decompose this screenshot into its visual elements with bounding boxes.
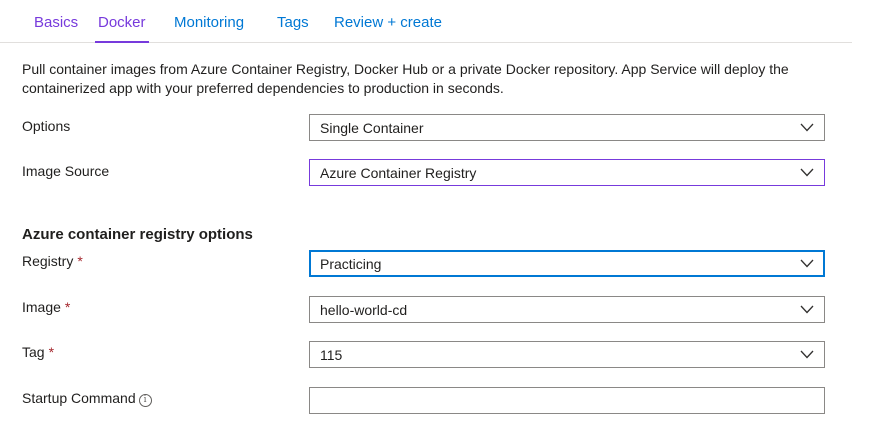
- tab-basics[interactable]: Basics: [34, 14, 78, 42]
- image-value: hello-world-cd: [320, 302, 408, 318]
- page-description: Pull container images from Azure Contain…: [22, 61, 789, 96]
- registry-dropdown[interactable]: Practicing: [309, 250, 825, 277]
- image-label: Image *: [22, 299, 70, 315]
- registry-value: Practicing: [320, 256, 382, 272]
- tag-value: 115: [320, 347, 343, 363]
- image-label-text: Image: [22, 299, 61, 315]
- chevron-down-icon: [800, 350, 814, 359]
- tab-monitoring[interactable]: Monitoring: [174, 14, 244, 42]
- image-source-dropdown[interactable]: Azure Container Registry: [309, 159, 825, 186]
- startup-command-field-box: [309, 387, 825, 414]
- chevron-down-icon: [800, 305, 814, 314]
- tab-docker[interactable]: Docker: [95, 14, 149, 43]
- options-value: Single Container: [320, 120, 424, 136]
- chevron-down-icon: [800, 123, 814, 132]
- chevron-down-icon: [800, 259, 814, 268]
- tab-review-create[interactable]: Review + create: [334, 14, 442, 42]
- section-title: Azure container registry options: [22, 226, 253, 243]
- startup-command-label: Startup Command i: [22, 390, 152, 407]
- options-label: Options: [22, 118, 71, 134]
- startup-command-label-text: Startup Command: [22, 390, 136, 406]
- info-icon[interactable]: i: [138, 394, 152, 407]
- tag-dropdown[interactable]: 115: [309, 341, 825, 368]
- required-mark: *: [64, 299, 71, 315]
- required-mark: *: [77, 253, 83, 269]
- startup-command-input[interactable]: [310, 388, 824, 413]
- tab-tags[interactable]: Tags: [277, 14, 309, 42]
- tab-bar: Basics Docker Monitoring Tags Review + c…: [0, 0, 852, 43]
- image-dropdown[interactable]: hello-world-cd: [309, 296, 825, 323]
- registry-label: Registry *: [22, 253, 83, 269]
- registry-label-text: Registry: [22, 253, 74, 269]
- image-source-value: Azure Container Registry: [320, 165, 477, 181]
- image-source-label: Image Source: [22, 163, 110, 179]
- chevron-down-icon: [800, 168, 814, 177]
- tag-label-text: Tag: [22, 344, 45, 360]
- required-mark: *: [48, 344, 55, 360]
- tag-label: Tag *: [22, 344, 54, 360]
- options-dropdown[interactable]: Single Container: [309, 114, 825, 141]
